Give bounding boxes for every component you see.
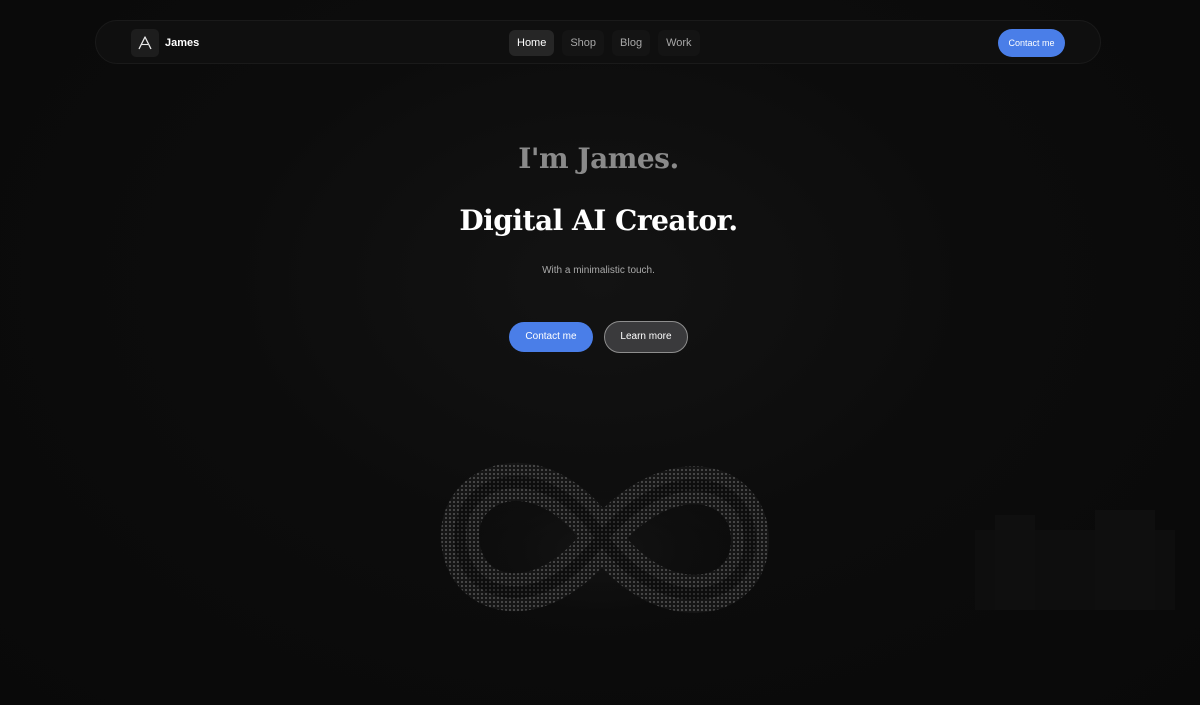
nav-contact-button[interactable]: Contact me xyxy=(998,29,1065,57)
background-decoration xyxy=(975,510,1175,610)
nav-item-blog[interactable]: Blog xyxy=(612,30,651,56)
nav-item-work[interactable]: Work xyxy=(658,30,700,56)
hero-greeting: I'm James. xyxy=(518,142,679,175)
learn-more-button[interactable]: Learn more xyxy=(604,321,688,353)
brand[interactable]: James xyxy=(131,29,199,57)
a-logo-icon xyxy=(131,29,159,57)
hero-headline: Digital AI Creator. xyxy=(459,204,738,237)
brand-name: James xyxy=(165,37,200,49)
nav-item-home[interactable]: Home xyxy=(509,30,555,56)
page: James Home Shop Blog Work Contact me I'm… xyxy=(0,0,1200,705)
navbar: James Home Shop Blog Work Contact me xyxy=(95,20,1101,64)
nav-links: Home Shop Blog Work xyxy=(509,30,700,56)
nav-item-shop[interactable]: Shop xyxy=(562,30,605,56)
hero-subtitle: With a minimalistic touch. xyxy=(542,265,655,276)
contact-me-button[interactable]: Contact me xyxy=(509,322,593,352)
infinity-icon xyxy=(425,455,775,640)
